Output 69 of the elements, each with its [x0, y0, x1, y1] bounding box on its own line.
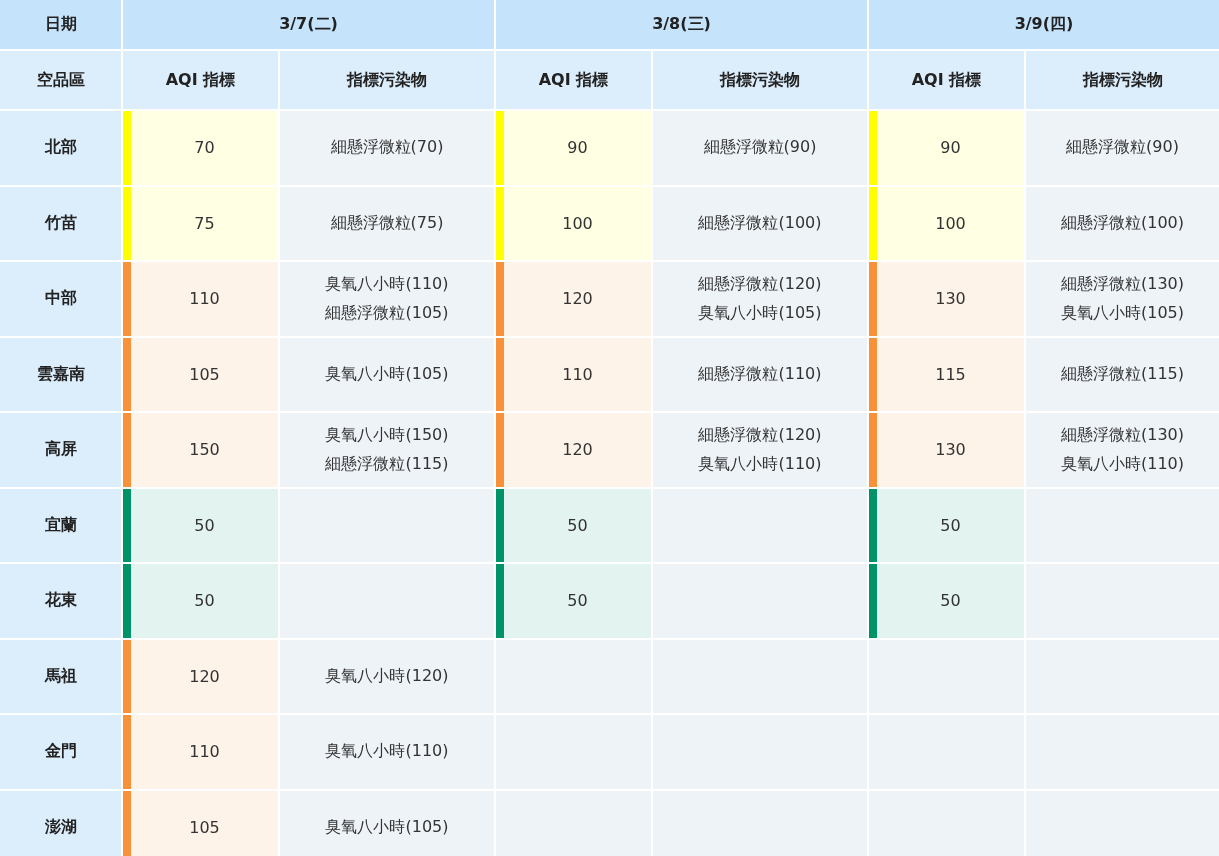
aqi-value: 110 [561, 363, 594, 386]
aqi-value: 110 [188, 288, 221, 311]
aqi-value: 105 [188, 363, 221, 386]
pollutant-text: 臭氧八小時(105) [325, 816, 449, 838]
pollutant-text: 臭氧八小時(105) [698, 302, 822, 324]
pollutant-text: 臭氧八小時(110) [325, 741, 449, 763]
pollutant-text: 細懸浮微粒(120) [698, 424, 822, 446]
pollutant-text: 細懸浮微粒(90) [703, 137, 817, 159]
pollutant-text: 臭氧八小時(110) [325, 273, 449, 295]
aqi-value: 130 [934, 439, 967, 462]
aqi-value: 150 [188, 439, 221, 462]
pollutant-text: 臭氧八小時(110) [1061, 453, 1184, 475]
aqi-value: 120 [561, 288, 594, 311]
region-name: 北部 [0, 111, 121, 185]
pollutant-text: 細懸浮微粒(90) [1066, 137, 1179, 159]
pollutant-text: 細懸浮微粒(70) [330, 137, 444, 159]
pollutant-text: 細懸浮微粒(115) [325, 453, 449, 475]
pollutant-text: 細懸浮微粒(130) [1061, 273, 1184, 295]
column-header: 空品區 [0, 51, 121, 109]
aqi-value: 90 [939, 137, 962, 160]
date-header: 日期 [0, 0, 121, 49]
pollutant-text: 細懸浮微粒(105) [325, 302, 449, 324]
pollutant-text: 細懸浮微粒(100) [698, 212, 822, 234]
column-header: AQI 指標 [869, 51, 1024, 109]
pollutant-text: 細懸浮微粒(110) [698, 363, 822, 385]
aqi-value: 50 [193, 514, 216, 537]
pollutant-text: 臭氧八小時(120) [325, 665, 449, 687]
aqi-value: 115 [934, 363, 967, 386]
region-name: 澎湖 [0, 790, 121, 856]
aqi-value: 120 [561, 439, 594, 462]
region-name: 宜蘭 [0, 488, 121, 562]
column-header: 指標污染物 [280, 51, 494, 109]
aqi-value: 75 [193, 212, 216, 235]
column-header: 指標污染物 [1026, 51, 1219, 109]
aqi-value: 50 [566, 514, 589, 537]
column-header: 指標污染物 [653, 51, 867, 109]
region-name: 金門 [0, 715, 121, 789]
aqi-value: 50 [193, 590, 216, 613]
region-name: 花東 [0, 564, 121, 638]
date-header: 3/9(四) [869, 0, 1219, 49]
aqi-value: 70 [193, 137, 216, 160]
aqi-value: 130 [934, 288, 967, 311]
region-name: 高屏 [0, 413, 121, 487]
aqi-value: 50 [566, 590, 589, 613]
pollutant-text: 臭氧八小時(105) [325, 363, 449, 385]
region-name: 雲嘉南 [0, 337, 121, 411]
aqi-value: 105 [188, 816, 221, 839]
aqi-value: 110 [188, 741, 221, 764]
pollutant-text: 臭氧八小時(110) [698, 453, 822, 475]
pollutant-text: 細懸浮微粒(115) [1061, 363, 1184, 385]
date-header: 3/8(三) [496, 0, 867, 49]
pollutant-text: 細懸浮微粒(120) [698, 273, 822, 295]
column-header: AQI 指標 [123, 51, 278, 109]
aqi-value: 100 [561, 212, 594, 235]
region-name: 竹苗 [0, 186, 121, 260]
aqi-value: 90 [566, 137, 589, 160]
pollutant-text: 細懸浮微粒(130) [1061, 424, 1184, 446]
aqi-value: 50 [939, 514, 962, 537]
pollutant-text: 臭氧八小時(150) [325, 424, 449, 446]
pollutant-text: 臭氧八小時(105) [1061, 302, 1184, 324]
pollutant-text: 細懸浮微粒(75) [330, 212, 444, 234]
aqi-value: 50 [939, 590, 962, 613]
column-header: AQI 指標 [496, 51, 651, 109]
aqi-value: 100 [934, 212, 967, 235]
pollutant-text: 細懸浮微粒(100) [1061, 212, 1184, 234]
date-header: 3/7(二) [123, 0, 494, 49]
region-name: 中部 [0, 262, 121, 336]
region-name: 馬祖 [0, 639, 121, 713]
aqi-value: 120 [188, 665, 221, 688]
